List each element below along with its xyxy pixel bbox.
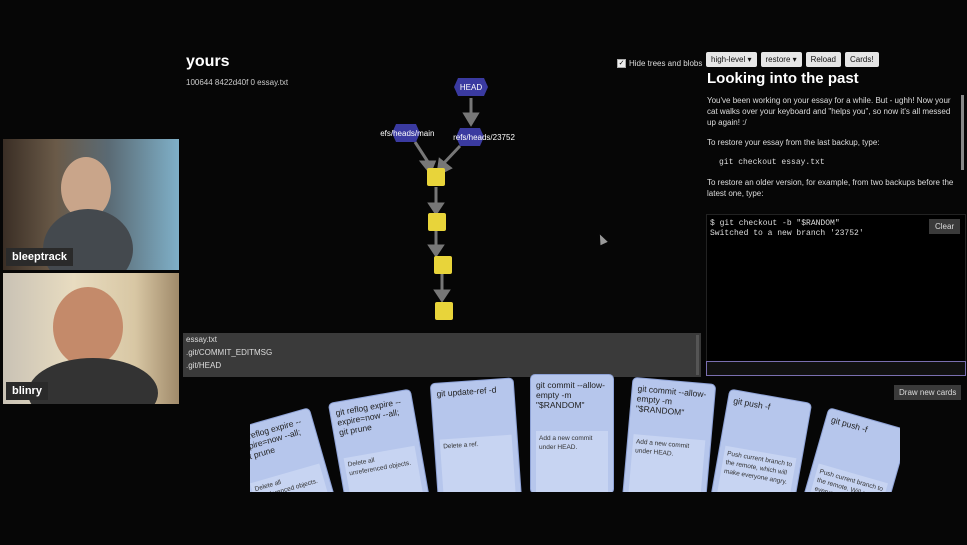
card-description: Add a new commit under HEAD.: [628, 434, 706, 492]
ref-node-main[interactable]: refs/heads/main: [380, 124, 434, 142]
checkbox-icon[interactable]: ✓: [617, 59, 626, 68]
command-card[interactable]: git reflog expire --expire=now --all; gi…: [250, 407, 343, 492]
file-list-scrollbar[interactable]: [696, 335, 699, 375]
guide-code: git checkout essay.txt: [719, 158, 825, 167]
webcam-feed-bleeptrack: bleeptrack: [3, 139, 179, 270]
card-description: Delete all unreferenced objects.: [343, 445, 426, 492]
draw-new-cards-button[interactable]: Draw new cards: [894, 385, 962, 400]
card-command: git update-ref -d: [436, 384, 497, 399]
card-command: git reflog expire --expire=now --all; gi…: [334, 396, 402, 438]
terminal-output: $ git checkout -b "$RANDOM" Switched to …: [706, 214, 966, 364]
mouse-cursor-icon: [596, 232, 608, 246]
terminal-line: $ git checkout -b "$RANDOM": [710, 219, 840, 228]
command-card[interactable]: git push -f Push current branch to the r…: [708, 388, 813, 492]
guide-paragraph: To restore your essay from the last back…: [707, 138, 880, 147]
index-entry: 100644 8422d40f 0 essay.txt: [186, 78, 289, 87]
guide-scrollbar[interactable]: [961, 95, 964, 170]
commit-node[interactable]: [435, 302, 453, 320]
hide-trees-label: Hide trees and blobs: [629, 59, 703, 68]
ref-node-head[interactable]: HEAD: [454, 78, 488, 96]
guide-paragraph: To restore an older version, for example…: [707, 178, 954, 198]
ref-node-branch[interactable]: refs/heads/23752: [453, 128, 515, 146]
command-card[interactable]: git reflog expire --expire=now --all; gi…: [327, 388, 432, 492]
card-command: git push -f: [732, 395, 772, 412]
commit-node[interactable]: [428, 213, 446, 231]
command-card[interactable]: git push -f Push current branch to the r…: [795, 407, 900, 492]
guide-paragraph: You've been working on your essay for a …: [707, 96, 951, 127]
level-description: You've been working on your essay for a …: [707, 95, 959, 208]
card-command: git commit --allow-empty -m "$RANDOM": [635, 383, 707, 418]
level-select[interactable]: high-level ▾: [706, 52, 757, 67]
repo-title: yours: [186, 53, 230, 70]
level-select-value: high-level: [711, 55, 746, 64]
participant-name: blinry: [6, 382, 48, 400]
commit-graph[interactable]: HEAD refs/heads/main refs/heads/23752: [380, 70, 540, 340]
ref-label: refs/heads/main: [380, 129, 434, 138]
card-description: Delete a ref.: [439, 434, 516, 492]
clear-terminal-button[interactable]: Clear: [929, 219, 961, 234]
commit-node[interactable]: [434, 256, 452, 274]
hide-trees-toggle[interactable]: ✓ Hide trees and blobs: [617, 59, 702, 68]
card-description: Push current branch to the remote, which…: [714, 445, 797, 492]
webcam-feed-blinry: blinry: [3, 273, 179, 404]
app-window: bleeptrack blinry yours 100644 8422d40f …: [0, 0, 967, 545]
command-card[interactable]: git commit --allow-empty -m "$RANDOM" Ad…: [622, 376, 717, 492]
file-item[interactable]: .git/COMMIT_EDITMSG: [183, 346, 701, 359]
command-card[interactable]: git commit --allow-empty -m "$RANDOM" Ad…: [530, 374, 614, 492]
file-item[interactable]: essay.txt: [183, 333, 701, 346]
toolbar: high-level ▾ restore ▾ Reload Cards!: [706, 52, 879, 67]
command-card[interactable]: git update-ref -d Delete a ref.: [429, 377, 522, 492]
ref-label: HEAD: [460, 83, 482, 92]
card-description: Add a new commit under HEAD.: [536, 431, 608, 492]
person-face: [53, 287, 123, 367]
reload-button[interactable]: Reload: [805, 52, 842, 67]
cards-button[interactable]: Cards!: [845, 52, 879, 67]
card-hand: git reflog expire --expire=now --all; gi…: [250, 370, 900, 492]
ref-label: refs/heads/23752: [453, 133, 515, 142]
chapter-select[interactable]: restore ▾: [760, 52, 802, 67]
terminal-line: Switched to a new branch '23752': [710, 229, 864, 238]
level-title: Looking into the past: [707, 70, 859, 87]
chapter-select-value: restore: [765, 55, 791, 64]
commit-node[interactable]: [427, 168, 445, 186]
participant-name: bleeptrack: [6, 248, 74, 266]
card-command: git commit --allow-empty -m "$RANDOM": [536, 380, 605, 410]
